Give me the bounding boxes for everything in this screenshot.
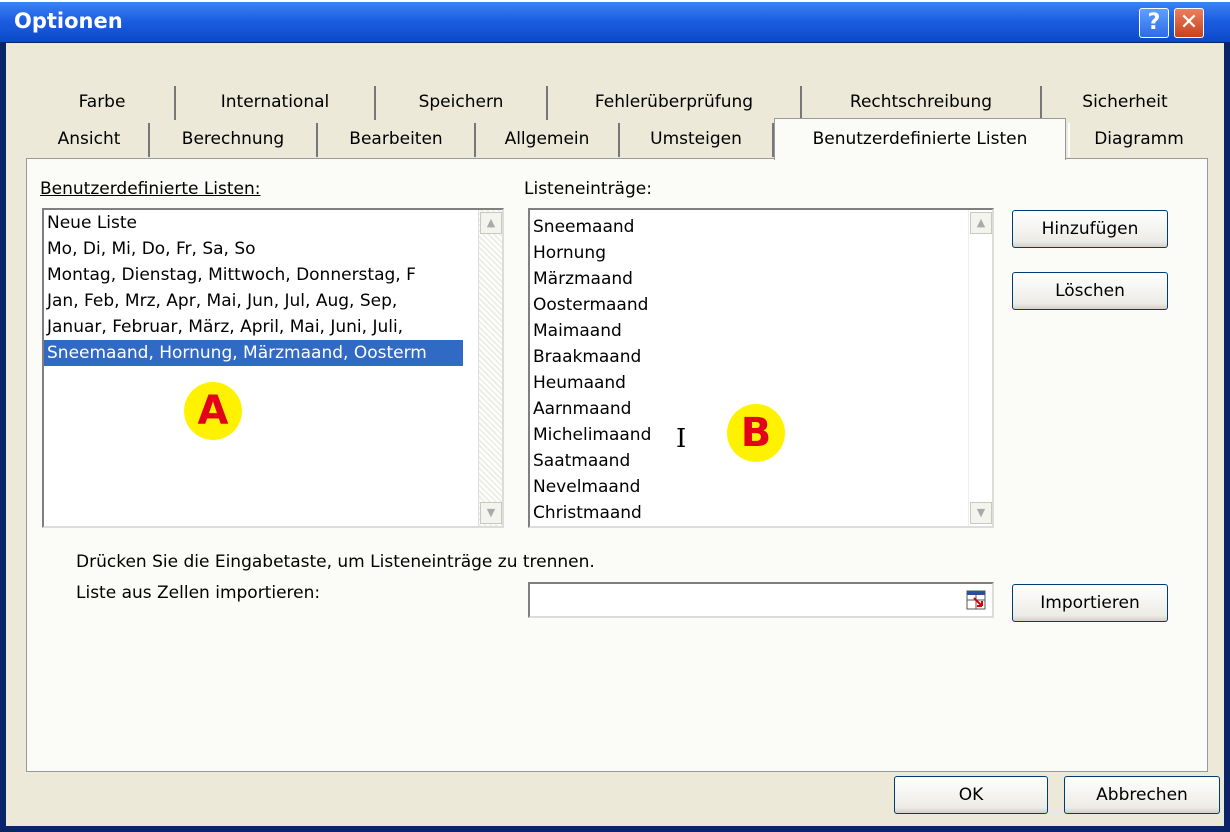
tab-international[interactable]: International	[176, 86, 376, 120]
text-cursor-icon: I	[676, 424, 687, 454]
tab-rechtschreibung[interactable]: Rechtschreibung	[802, 86, 1042, 120]
entries-items: Sneemaand Hornung Märzmaand Oostermaand Maim…	[530, 210, 992, 526]
custom-lists-listbox[interactable]: Neue Liste Mo, Di, Mi, Do, Fr, Sa, So Mont…	[42, 208, 504, 528]
entry-item[interactable]: Braakmaand	[530, 344, 992, 370]
custom-lists-items: Neue Liste Mo, Di, Mi, Do, Fr, Sa, So Mont…	[44, 210, 502, 366]
scroll-down-arrow-icon[interactable]: ▼	[480, 502, 502, 524]
tab-ansicht[interactable]: Ansicht	[30, 123, 150, 157]
tab-berechnung[interactable]: Berechnung	[150, 123, 318, 157]
entry-item[interactable]: Oostermaand	[530, 292, 992, 318]
custom-lists-scrollbar[interactable]: ▲ ▼	[478, 210, 502, 526]
entry-item[interactable]: Maimaand	[530, 318, 992, 344]
entries-scrollbar[interactable]: ▲ ▼	[968, 210, 992, 526]
entry-item[interactable]: Hornung	[530, 240, 992, 266]
tab-sicherheit[interactable]: Sicherheit	[1042, 86, 1208, 120]
title-bar[interactable]: Optionen ? ✕	[0, 2, 1230, 42]
annotation-marker-b: B	[727, 404, 785, 462]
tab-farbe[interactable]: Farbe	[30, 86, 176, 120]
ok-button[interactable]: OK	[894, 776, 1048, 814]
entries-listbox[interactable]: Sneemaand Hornung Märzmaand Oostermaand Maim…	[528, 208, 994, 528]
tab-bearbeiten[interactable]: Bearbeiten	[318, 123, 476, 157]
tab-speichern[interactable]: Speichern	[376, 86, 548, 120]
scroll-up-arrow-icon[interactable]: ▲	[480, 212, 502, 234]
tab-allgemein[interactable]: Allgemein	[476, 123, 620, 157]
custom-list-item[interactable]: Januar, Februar, März, April, Mai, Juni,…	[44, 314, 463, 340]
tab-umsteigen[interactable]: Umsteigen	[620, 123, 774, 157]
tab-fehlerueberpruefung[interactable]: Fehlerüberprüfung	[548, 86, 802, 120]
import-range-input[interactable]	[528, 582, 994, 618]
entries-scroll-down-arrow-icon[interactable]: ▼	[970, 502, 992, 524]
annotation-marker-a: A	[184, 382, 242, 440]
custom-list-item[interactable]: Montag, Dienstag, Mittwoch, Donnerstag, …	[44, 262, 463, 288]
entry-item[interactable]: Heumaand	[530, 370, 992, 396]
entry-item[interactable]: Christmaand	[530, 500, 992, 526]
custom-lists-label: Benutzerdefinierte Listen:	[40, 179, 261, 199]
entries-label: Listeneinträge:	[524, 179, 652, 199]
cancel-button[interactable]: Abbrechen	[1064, 776, 1220, 814]
custom-list-item[interactable]: Mo, Di, Mi, Do, Fr, Sa, So	[44, 236, 463, 262]
entry-item[interactable]: Märzmaand	[530, 266, 992, 292]
import-label: Liste aus Zellen importieren:	[76, 583, 321, 603]
add-button[interactable]: Hinzufügen	[1012, 210, 1168, 248]
custom-list-item[interactable]: Neue Liste	[44, 210, 463, 236]
close-button[interactable]: ✕	[1174, 8, 1204, 38]
separator-hint-text: Drücken Sie die Eingabetaste, um Listene…	[76, 552, 595, 572]
entries-scroll-up-arrow-icon[interactable]: ▲	[970, 212, 992, 234]
entry-item[interactable]: Nevelmaand	[530, 474, 992, 500]
range-select-icon[interactable]	[966, 590, 986, 610]
custom-list-item[interactable]: Sneemaand, Hornung, Märzmaand, Oosterm	[44, 340, 463, 366]
tab-diagramm[interactable]: Diagramm	[1068, 123, 1208, 157]
help-button[interactable]: ?	[1139, 8, 1169, 38]
custom-list-item[interactable]: Jan, Feb, Mrz, Apr, Mai, Jun, Jul, Aug, …	[44, 288, 463, 314]
entry-item[interactable]: Sneemaand	[530, 214, 992, 240]
window-title: Optionen	[14, 9, 123, 33]
tab-benutzerdefinierte-listen[interactable]: Benutzerdefinierte Listen	[774, 118, 1066, 160]
delete-button[interactable]: Löschen	[1012, 272, 1168, 310]
import-button[interactable]: Importieren	[1012, 584, 1168, 622]
